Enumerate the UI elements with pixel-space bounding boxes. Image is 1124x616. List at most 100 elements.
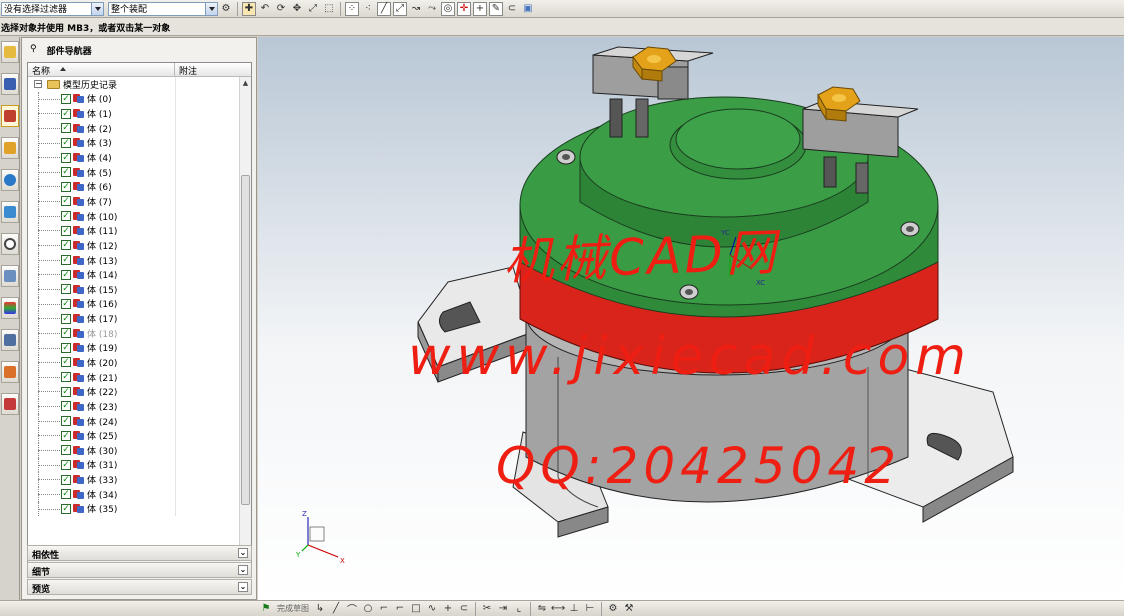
visibility-checkbox[interactable]: ✓ xyxy=(61,123,71,134)
corner-icon[interactable]: ⌞ xyxy=(512,602,526,616)
rotate-icon[interactable]: ⟳ xyxy=(274,2,288,16)
sketch-style-icon[interactable]: ⚙ xyxy=(606,602,620,616)
select-box-icon[interactable]: ⬚ xyxy=(322,2,336,16)
mirror-icon[interactable]: ⇋ xyxy=(535,602,549,616)
part-navigator-icon[interactable] xyxy=(1,105,19,127)
visibility-checkbox[interactable]: ✓ xyxy=(61,386,71,397)
snap-icon[interactable]: ✚ xyxy=(242,1,256,16)
magnet-icon[interactable]: ⊂ xyxy=(505,2,519,16)
visibility-checkbox[interactable]: ✓ xyxy=(61,225,71,236)
chevron-down-icon[interactable] xyxy=(91,2,103,15)
visibility-checkbox[interactable]: ✓ xyxy=(61,342,71,353)
tree-node-body[interactable]: ✓ 体 (17) xyxy=(28,311,240,326)
visibility-checkbox[interactable]: ✓ xyxy=(61,93,71,104)
tree-node-body[interactable]: ✓ 体 (4) xyxy=(28,150,240,165)
visibility-checkbox[interactable]: ✓ xyxy=(61,503,71,514)
tree-node-body[interactable]: ✓ 体 (21) xyxy=(28,369,240,385)
fixture-model[interactable]: YC XC X Z Y xyxy=(258,37,1124,600)
constraint-icon[interactable]: ⊥ xyxy=(567,602,581,616)
visibility-checkbox[interactable]: ✓ xyxy=(61,313,71,324)
finish-sketch-icon[interactable]: ⚑ xyxy=(259,602,273,616)
pan-icon[interactable]: ✥ xyxy=(290,2,304,16)
tree-node-body[interactable]: ✓ 体 (10) xyxy=(28,208,240,224)
tree-node-body[interactable]: ✓ 体 (19) xyxy=(28,340,240,356)
history-icon[interactable] xyxy=(1,201,19,223)
tree-node-body[interactable]: ✓ 体 (1) xyxy=(28,106,240,121)
tree-vertical-scrollbar[interactable]: ▲ ▼ xyxy=(239,77,251,560)
extend-icon[interactable]: ⇥ xyxy=(496,602,510,616)
circle-icon[interactable]: ◎ xyxy=(441,1,455,16)
visibility-checkbox[interactable]: ✓ xyxy=(61,181,71,192)
trim-icon[interactable]: ✂ xyxy=(480,602,494,616)
graphics-window[interactable]: YC XC X Z Y 机械CAD网 www.jixiecad.com QQ:2… xyxy=(258,37,1124,600)
point-icon[interactable]: + xyxy=(441,602,455,616)
pin-icon[interactable]: ⚲ xyxy=(30,44,37,60)
chamfer-icon[interactable]: ⌐ xyxy=(393,602,407,616)
tree-node-body[interactable]: ✓ 体 (13) xyxy=(28,252,240,268)
visibility-checkbox[interactable]: ✓ xyxy=(61,108,71,119)
undo-icon[interactable]: ↶ xyxy=(258,2,272,16)
visibility-checkbox[interactable]: ✓ xyxy=(61,196,71,207)
tree-node-body[interactable]: ✓ 体 (3) xyxy=(28,135,240,151)
chevron-down-icon[interactable]: ⌄ xyxy=(238,565,248,575)
tree-node-body[interactable]: ✓ 体 (6) xyxy=(28,179,240,195)
tree-node-body[interactable]: ✓ 体 (16) xyxy=(28,296,240,312)
tree-node-body[interactable]: ✓ 体 (34) xyxy=(28,486,240,502)
tree-node-body[interactable]: ✓ 体 (11) xyxy=(28,223,240,239)
visibility-checkbox[interactable]: ✓ xyxy=(61,255,71,265)
tree-node-body[interactable]: ✓ 体 (25) xyxy=(28,428,240,444)
preview-section[interactable]: 预览 ⌄ xyxy=(27,579,252,595)
column-note-header[interactable]: 附注 xyxy=(175,63,197,77)
web-browser-icon[interactable] xyxy=(1,169,19,191)
tree-node-body[interactable]: ✓ 体 (2) xyxy=(28,120,240,136)
tree-node-body[interactable]: ✓ 体 (15) xyxy=(28,281,240,297)
tree-node-body[interactable]: ✓ 体 (23) xyxy=(28,399,240,414)
pencil-icon[interactable]: ✎ xyxy=(489,1,503,16)
finish-sketch-label[interactable]: 完成草图 xyxy=(277,603,309,614)
tree-node-body[interactable]: ✓ 体 (22) xyxy=(28,384,240,400)
visibility-checkbox[interactable]: ✓ xyxy=(61,167,71,178)
visibility-checkbox[interactable]: ✓ xyxy=(61,152,71,163)
assembly-navigator-icon[interactable] xyxy=(1,41,19,63)
chevron-down-icon[interactable]: ⌄ xyxy=(238,582,248,592)
tree-node-body[interactable]: ✓ 体 (12) xyxy=(28,238,240,253)
offset-icon[interactable]: ⊂ xyxy=(457,602,471,616)
visibility-checkbox[interactable]: ✓ xyxy=(61,284,71,295)
visibility-checkbox[interactable]: ✓ xyxy=(61,372,71,383)
scroll-thumb[interactable] xyxy=(241,175,250,505)
visibility-checkbox[interactable]: ✓ xyxy=(61,401,71,412)
line-icon[interactable]: ╱ xyxy=(329,602,343,616)
system-materials-icon[interactable] xyxy=(1,329,19,351)
scroll-up-icon[interactable]: ▲ xyxy=(240,77,251,88)
visibility-checkbox[interactable]: ✓ xyxy=(61,137,71,148)
tree-node-body[interactable]: ✓ 体 (31) xyxy=(28,457,240,473)
constraint-navigator-icon[interactable] xyxy=(1,73,19,95)
curve-icon[interactable]: ↝ xyxy=(409,2,423,16)
visibility-checkbox[interactable]: ✓ xyxy=(61,459,71,470)
tree-node-body[interactable]: ✓ 体 (0) xyxy=(28,91,240,107)
tree-node-body[interactable]: ✓ 体 (33) xyxy=(28,472,240,487)
visibility-checkbox[interactable]: ✓ xyxy=(61,240,71,251)
arc-icon[interactable]: ⤢ xyxy=(393,1,407,16)
visibility-checkbox[interactable]: ✓ xyxy=(61,489,71,500)
visibility-checkbox[interactable]: ✓ xyxy=(61,328,71,339)
collapse-icon[interactable]: − xyxy=(34,80,42,89)
visibility-checkbox[interactable]: ✓ xyxy=(61,211,71,222)
center-icon[interactable]: ✛ xyxy=(457,1,471,16)
process-studio-icon[interactable] xyxy=(1,265,19,287)
reuse-library-icon[interactable] xyxy=(1,137,19,159)
tree-node-body[interactable]: ✓ 体 (30) xyxy=(28,443,240,458)
assembly-scope-dropdown[interactable]: 整个装配 xyxy=(108,1,218,16)
column-name-header[interactable]: 名称 xyxy=(28,63,175,77)
tangent-icon[interactable]: ⤳ xyxy=(425,2,439,16)
clock-icon[interactable] xyxy=(1,233,19,255)
dimension-icon[interactable]: ⟷ xyxy=(551,602,565,616)
fillet-icon[interactable]: ⌐ xyxy=(377,602,391,616)
tree-node-body[interactable]: ✓ 体 (20) xyxy=(28,355,240,370)
visibility-checkbox[interactable]: ✓ xyxy=(61,298,71,309)
visibility-checkbox[interactable]: ✓ xyxy=(61,416,71,427)
chevron-down-icon[interactable]: ⌄ xyxy=(238,548,248,558)
chevron-down-icon[interactable] xyxy=(205,2,217,15)
visibility-checkbox[interactable]: ✓ xyxy=(61,445,71,456)
tree-node-body[interactable]: ✓ 体 (18) xyxy=(28,325,240,341)
